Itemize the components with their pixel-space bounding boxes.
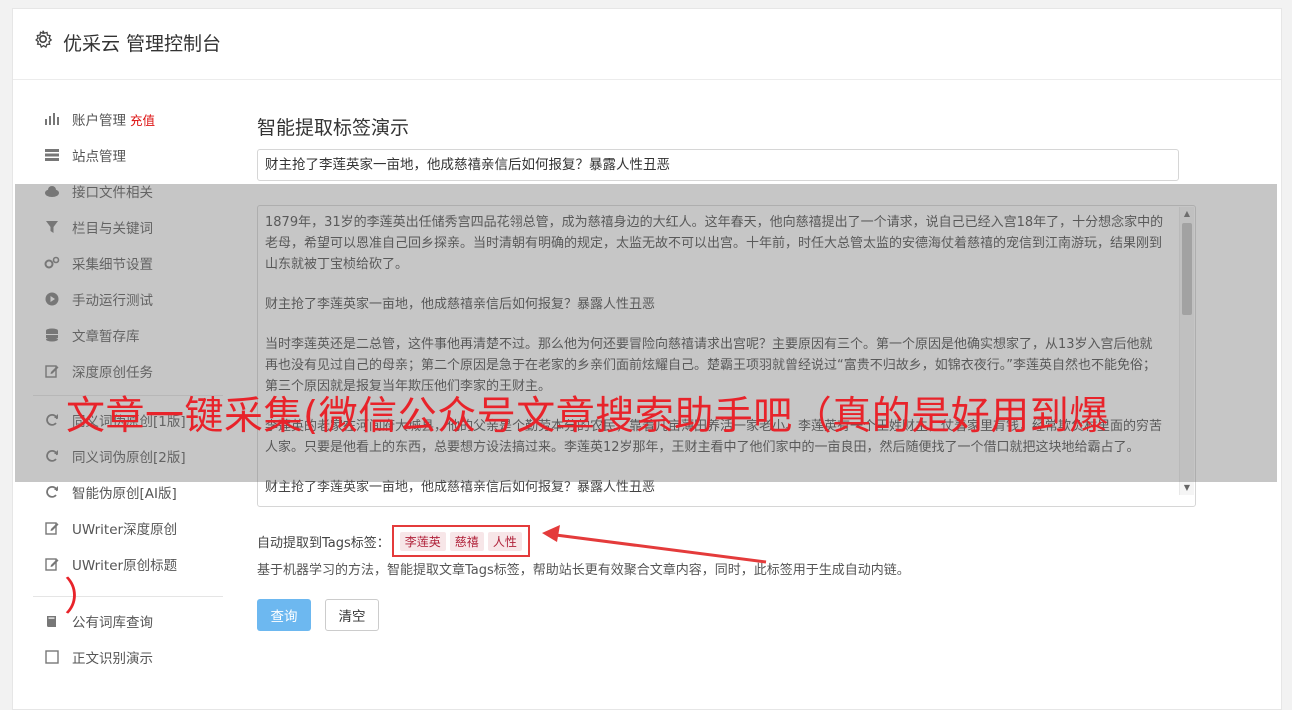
sidebar-item-label: 站点管理: [72, 149, 126, 165]
sidebar-item-label: 账户管理: [72, 113, 126, 129]
sidebar-item-uwriter-original[interactable]: UWriter深度原创: [33, 510, 223, 546]
square-icon: [43, 648, 61, 666]
sidebar-divider: [33, 596, 223, 597]
gear-icon: [35, 30, 53, 48]
sidebar-item-label: UWriter深度原创: [72, 522, 178, 538]
promo-overlay-tail: ）: [64, 575, 104, 620]
refresh-icon: [43, 483, 61, 501]
tags-row: 自动提取到Tags标签： 李莲英 慈禧 人性: [257, 525, 530, 557]
tag-chip: 人性: [487, 531, 522, 551]
article-title-input[interactable]: [257, 149, 1179, 181]
page-title: 优采云 管理控制台: [63, 33, 222, 55]
section-heading: 智能提取标签演示: [257, 117, 410, 139]
server-icon: [43, 146, 61, 164]
tags-highlight-box: 李莲英 慈禧 人性: [391, 525, 530, 557]
header: 优采云 管理控制台: [13, 9, 1281, 80]
promo-overlay-text: 文章一键采集(微信公众号文章搜索助手吧（真的是好用到爆: [66, 394, 1109, 439]
query-button[interactable]: 查询: [257, 599, 311, 631]
scroll-down-arrow-icon[interactable]: ▼: [1180, 481, 1194, 495]
tag-chip: 慈禧: [449, 531, 484, 551]
tag-chip: 李莲英: [399, 531, 446, 551]
edit-icon: [43, 555, 61, 573]
sidebar-item-label: 正文识别演示: [72, 651, 153, 667]
sidebar-item-text-recognition[interactable]: 正文识别演示: [33, 639, 223, 675]
bar-chart-icon: [43, 110, 61, 128]
sidebar-item-account[interactable]: 账户管理 充值: [33, 101, 223, 137]
sidebar-item-sites[interactable]: 站点管理: [33, 137, 223, 173]
red-arrow-icon: [542, 525, 767, 564]
edit-icon: [43, 519, 61, 537]
clear-button[interactable]: 清空: [325, 599, 379, 631]
sidebar-item-label: 智能伪原创[AI版]: [72, 486, 177, 502]
tags-label: 自动提取到Tags标签：: [257, 535, 390, 551]
sidebar-item-uwriter-title[interactable]: UWriter原创标题: [33, 546, 223, 582]
recharge-link[interactable]: 充值: [130, 110, 155, 129]
sidebar-item-public-lexicon[interactable]: 公有词库查询: [33, 603, 223, 639]
book-icon: [43, 612, 61, 630]
